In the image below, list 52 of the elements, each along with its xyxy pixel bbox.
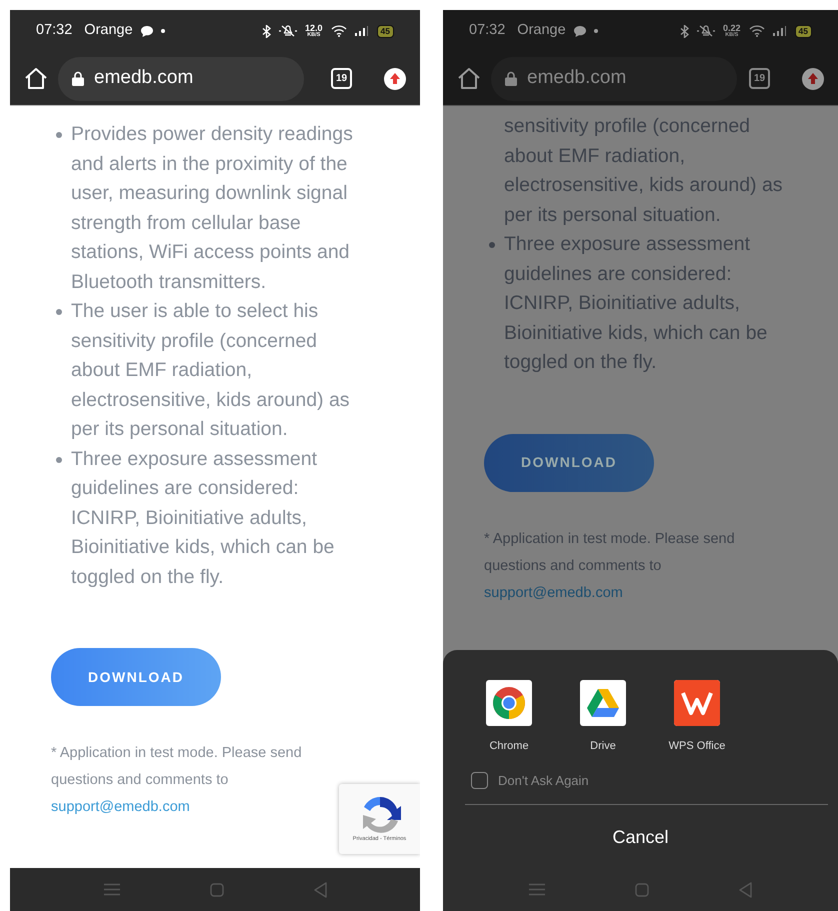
bullet-text: Provides power density readings and alerts in the proximity of the user, measuring downlink signal strength from cellular base stations, WiFi access points and Bluetooth transmitters. <box>71 123 353 292</box>
back-icon[interactable] <box>314 882 326 898</box>
chat-bubble-icon <box>574 26 586 36</box>
bluetooth-icon <box>262 24 271 38</box>
signal-icon <box>772 26 787 36</box>
status-time: 07:32 <box>469 21 506 40</box>
bullet-text: Three exposure assessment guidelines are considered: ICNIRP, Bioinitiative adults, Bioinitiative kids, which can be toggled on the fly. <box>71 448 334 588</box>
battery-level: 45 <box>794 24 812 38</box>
carrier-name: Orange <box>84 21 133 40</box>
network-speed: 12.0 <box>305 24 323 33</box>
bullet-text: The user is able to select his sensitivity profile (concerned about EMF radiation, electrosensitive, kids around) as per its personal situation. <box>71 300 350 440</box>
checkbox-label: Don't Ask Again <box>498 772 589 790</box>
download-button[interactable]: DOWNLOAD <box>484 434 654 492</box>
address-bar[interactable]: emedb.com <box>491 56 737 100</box>
app-option[interactable]: Drive <box>567 680 639 754</box>
menu-icon[interactable] <box>104 883 120 896</box>
address-bar[interactable]: emedb.com <box>58 56 304 100</box>
tab-count[interactable]: 19 <box>749 68 770 89</box>
bullet-dot <box>489 242 495 248</box>
tab-count[interactable]: 19 <box>331 68 352 89</box>
cancel-button[interactable]: Cancel <box>606 823 675 852</box>
dot-icon <box>594 29 598 33</box>
app-option[interactable]: Chrome <box>473 680 545 754</box>
url-text: emedb.com <box>94 66 194 90</box>
bullet-dot <box>56 132 62 138</box>
signal-icon <box>354 26 369 36</box>
lock-icon <box>505 71 517 86</box>
muted-bell-icon <box>697 25 715 37</box>
update-icon[interactable] <box>384 68 406 90</box>
bullet-dot <box>56 309 62 315</box>
dot-icon <box>160 29 165 33</box>
note-text: * Application in test mode. Please send questions and comments to <box>484 530 735 574</box>
update-icon[interactable] <box>802 68 824 90</box>
checkbox[interactable] <box>471 772 488 789</box>
bullet-dot <box>56 456 62 462</box>
status-time: 07:32 <box>36 21 72 40</box>
wifi-icon <box>330 25 347 37</box>
url-text: emedb.com <box>527 66 626 90</box>
wifi-icon <box>748 25 765 37</box>
carrier-name: Orange <box>517 21 566 40</box>
network-speed: 0.22 <box>723 24 741 33</box>
bullet-text: Three exposure assessment guidelines are considered: ICNIRP, Bioinitiative adults, Bioinitiative kids, which can be toggled on the fly. <box>504 233 768 373</box>
chat-bubble-icon <box>140 26 153 36</box>
note-text: * Application in test mode. Please send questions and comments to <box>51 745 302 788</box>
bullet-text: sensitivity profile (concerned about EMF radiation, electrosensitive, kids around) as per its personal situation. <box>504 115 783 226</box>
lock-icon <box>72 71 84 86</box>
battery-level: 45 <box>376 24 394 38</box>
app-option[interactable]: WPS Office <box>661 680 733 754</box>
bluetooth-icon <box>680 24 689 38</box>
muted-bell-icon <box>279 25 297 37</box>
wps-app-icon <box>674 680 720 726</box>
home-icon[interactable] <box>457 67 481 90</box>
